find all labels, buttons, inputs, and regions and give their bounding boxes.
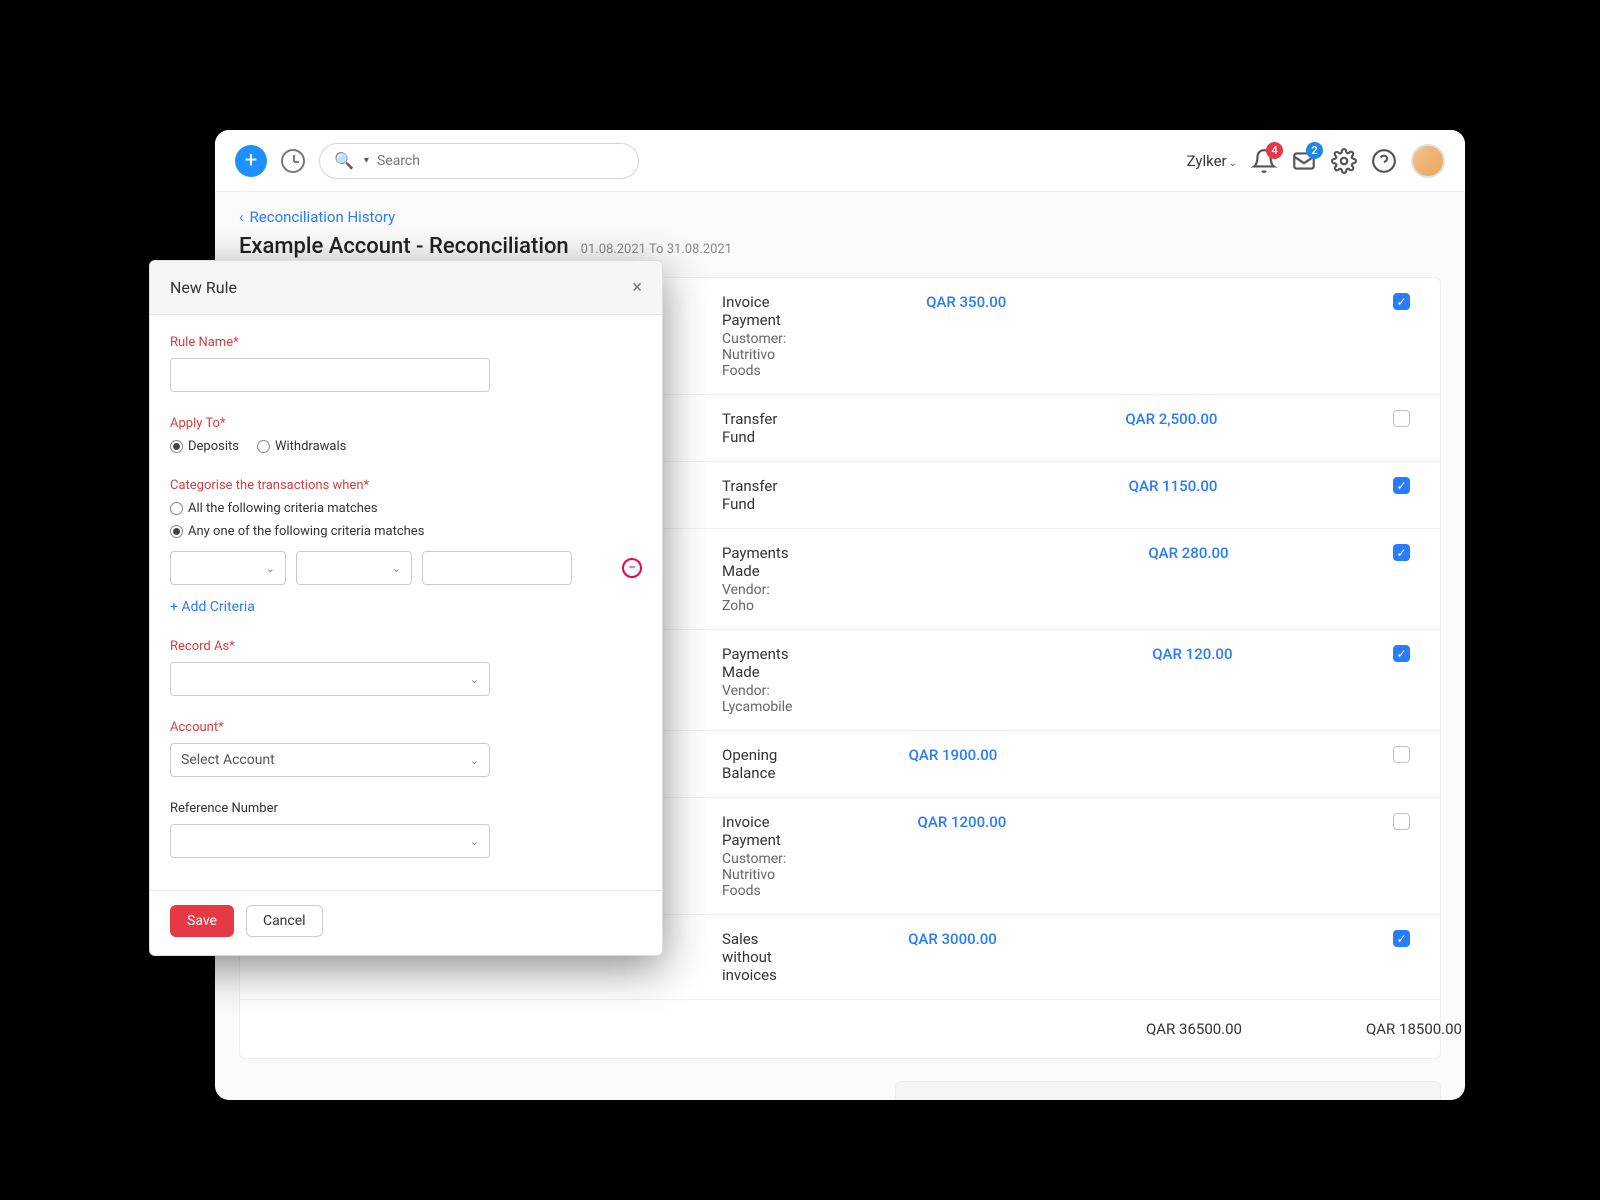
avatar[interactable] — [1411, 144, 1445, 178]
total-col1: QAR 36500.00 — [1022, 1020, 1242, 1038]
transaction-label: Transfer Fund — [722, 477, 777, 513]
criteria-row: ⌄ ⌄ − — [170, 551, 642, 585]
org-switcher[interactable]: Zylker⌄ — [1187, 152, 1237, 170]
transaction-label: Sales without invoices — [722, 930, 777, 984]
transaction-checkbox[interactable] — [1393, 410, 1410, 427]
new-rule-modal: New Rule × Rule Name* Apply To* Deposits… — [149, 260, 663, 956]
transaction-checkbox[interactable] — [1393, 746, 1410, 763]
remove-criteria-icon[interactable]: − — [622, 558, 642, 578]
transaction-amount-col1: QAR 350.00 — [786, 293, 1006, 311]
radio-icon — [257, 440, 270, 453]
transaction-amount-col1: QAR 1900.00 — [777, 746, 997, 764]
record-as-label: Record As* — [170, 639, 642, 654]
criteria-field-select[interactable]: ⌄ — [170, 551, 286, 585]
close-icon[interactable]: × — [632, 277, 642, 298]
transaction-checkbox[interactable]: ✓ — [1393, 544, 1410, 561]
radio-icon — [170, 440, 183, 453]
transaction-amount-col1: QAR 1200.00 — [786, 813, 1006, 831]
chevron-down-icon: ⌄ — [392, 562, 401, 575]
apply-to-label: Apply To* — [170, 416, 642, 431]
transaction-label: Invoice Payment — [722, 293, 786, 329]
account-select[interactable]: Select Account⌄ — [170, 743, 490, 777]
total-col2: QAR 18500.00 — [1242, 1020, 1462, 1038]
chevron-left-icon: ‹ — [239, 208, 244, 226]
transaction-amount-col2: QAR 280.00 — [1009, 544, 1229, 562]
add-criteria-link[interactable]: + Add Criteria — [170, 599, 642, 615]
search-icon: 🔍 — [334, 151, 354, 170]
chevron-down-icon: ⌄ — [470, 754, 479, 767]
radio-icon — [170, 502, 183, 515]
search-input[interactable] — [377, 153, 624, 169]
breadcrumb[interactable]: ‹ Reconciliation History — [215, 192, 1465, 230]
save-button[interactable]: Save — [170, 905, 234, 937]
settings-icon[interactable] — [1331, 148, 1357, 174]
transaction-sub: Vendor: Lycamobile — [722, 683, 792, 715]
deposits-radio[interactable]: Deposits — [170, 439, 239, 454]
any-criteria-radio[interactable]: Any one of the following criteria matche… — [170, 524, 424, 539]
all-criteria-radio[interactable]: All the following criteria matches — [170, 501, 378, 516]
notifications-icon[interactable]: 4 — [1251, 148, 1277, 174]
search-field[interactable]: 🔍 ▾ — [319, 143, 639, 179]
radio-icon — [170, 525, 183, 538]
inbox-badge: 2 — [1306, 142, 1323, 159]
rule-name-input[interactable] — [170, 358, 490, 392]
chevron-down-icon: ⌄ — [470, 835, 479, 848]
transaction-amount-col1: QAR 3000.00 — [777, 930, 997, 948]
record-as-select[interactable]: ⌄ — [170, 662, 490, 696]
help-icon[interactable] — [1371, 148, 1397, 174]
transaction-amount-col2: QAR 2,500.00 — [997, 410, 1217, 428]
notifications-badge: 4 — [1266, 142, 1283, 159]
transaction-checkbox[interactable]: ✓ — [1393, 645, 1410, 662]
transaction-label: Invoice Payment — [722, 813, 786, 849]
history-icon[interactable] — [281, 149, 305, 173]
summary-panel: Closing balance: As of 31.08.2021 QAR 18… — [895, 1081, 1441, 1100]
criteria-value-input[interactable] — [422, 551, 572, 585]
top-bar: + 🔍 ▾ Zylker⌄ 4 2 — [215, 130, 1465, 192]
withdrawals-radio[interactable]: Withdrawals — [257, 439, 346, 454]
transaction-sub: Vendor: Zoho — [722, 582, 789, 614]
criteria-operator-select[interactable]: ⌄ — [296, 551, 412, 585]
chevron-down-icon: ▾ — [364, 155, 369, 166]
categorise-label: Categorise the transactions when* — [170, 478, 642, 493]
new-button[interactable]: + — [235, 145, 267, 177]
cancel-button[interactable]: Cancel — [246, 905, 323, 937]
chevron-down-icon: ⌄ — [1229, 158, 1237, 169]
reference-number-select[interactable]: ⌄ — [170, 824, 490, 858]
chevron-down-icon: ⌄ — [266, 562, 275, 575]
transaction-checkbox[interactable] — [1393, 813, 1410, 830]
transaction-checkbox[interactable]: ✓ — [1393, 477, 1410, 494]
transaction-label: Opening Balance — [722, 746, 777, 782]
transaction-checkbox[interactable]: ✓ — [1393, 930, 1410, 947]
chevron-down-icon: ⌄ — [470, 673, 479, 686]
transaction-sub: Customer: Nutritivo Foods — [722, 851, 786, 899]
account-label: Account* — [170, 720, 642, 735]
totals-row: QAR 36500.00 QAR 18500.00 — [240, 1000, 1440, 1058]
transaction-sub: Customer: Nutritivo Foods — [722, 331, 786, 379]
transaction-amount-col2: QAR 1150.00 — [997, 477, 1217, 495]
transaction-label: Transfer Fund — [722, 410, 777, 446]
reference-number-label: Reference Number — [170, 801, 642, 816]
transaction-checkbox[interactable]: ✓ — [1393, 293, 1410, 310]
modal-title: New Rule — [170, 278, 237, 297]
transaction-label: Payments Made — [722, 544, 789, 580]
rule-name-label: Rule Name* — [170, 335, 642, 350]
inbox-icon[interactable]: 2 — [1291, 148, 1317, 174]
date-range: 01.08.2021 To 31.08.2021 — [581, 242, 732, 257]
transaction-amount-col2: QAR 120.00 — [1012, 645, 1232, 663]
transaction-label: Payments Made — [722, 645, 792, 681]
